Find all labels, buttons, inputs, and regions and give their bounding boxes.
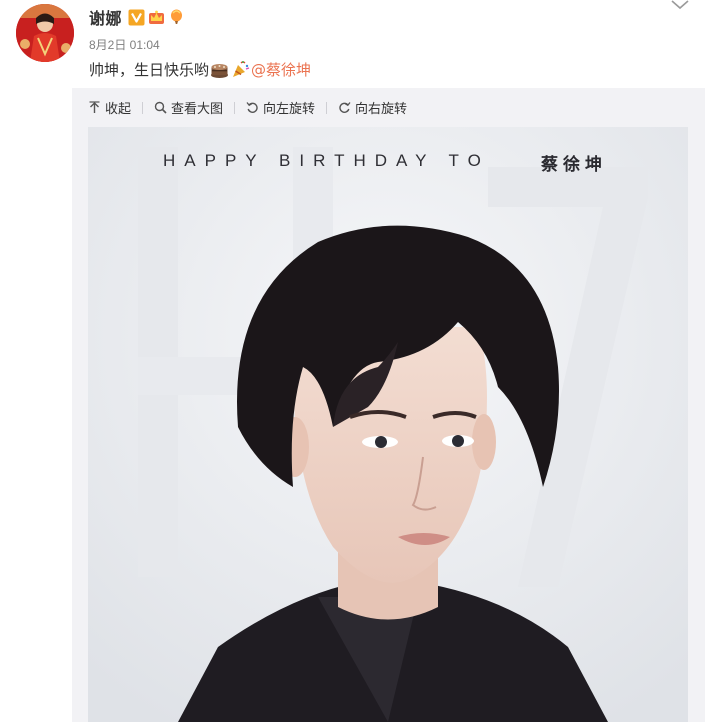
crown-badge-icon[interactable] (148, 9, 165, 26)
author-line: 谢娜 (89, 5, 185, 29)
post-time[interactable]: 8月2日 01:04 (89, 36, 160, 53)
collapse-button[interactable]: 收起 (88, 98, 131, 117)
rotate-left-button[interactable]: 向左旋转 (246, 98, 315, 117)
toolbar-divider (234, 101, 236, 114)
portrait-illustration (88, 127, 688, 722)
rotate-left-label: 向左旋转 (263, 102, 316, 117)
post-text-body: 帅坤，生日快乐哟 (89, 61, 210, 79)
author-badges (128, 9, 185, 26)
image-name: 蔡徐坤 (541, 155, 607, 175)
author-avatar[interactable] (16, 4, 74, 62)
rotate-left-icon (246, 102, 258, 113)
toolbar-divider (142, 101, 144, 114)
image-toolbar: 收起 查看大图 向左旋转 向右旋转 (88, 98, 418, 117)
cake-emoji (211, 64, 229, 78)
mention-link[interactable]: @蔡徐坤 (251, 59, 311, 80)
rotate-right-label: 向右旋转 (355, 102, 408, 117)
toolbar-divider (326, 101, 328, 114)
verified-v-icon[interactable] (128, 9, 145, 26)
rotate-right-icon (339, 102, 351, 113)
post-image[interactable] (88, 127, 688, 722)
image-caption: HAPPY BIRTHDAY TO (163, 151, 490, 170)
collapse-label: 收起 (105, 102, 132, 117)
weibo-post: 谢娜 8月2日 01:04 帅坤，生日快乐哟 @蔡徐坤 收起 查看大图 向左旋转… (0, 0, 705, 722)
party-popper-emoji (233, 61, 250, 77)
chevron-down-icon[interactable] (669, 0, 691, 12)
collapse-up-icon (89, 101, 100, 113)
author-name[interactable]: 谢娜 (89, 5, 122, 29)
rotate-right-button[interactable]: 向右旋转 (338, 98, 407, 117)
magnifier-icon (154, 101, 167, 114)
balloon-badge-icon[interactable] (168, 9, 185, 26)
view-large-label: 查看大图 (171, 102, 224, 117)
view-large-button[interactable]: 查看大图 (154, 98, 223, 117)
post-text: 帅坤，生日快乐哟 @蔡徐坤 (89, 59, 311, 80)
